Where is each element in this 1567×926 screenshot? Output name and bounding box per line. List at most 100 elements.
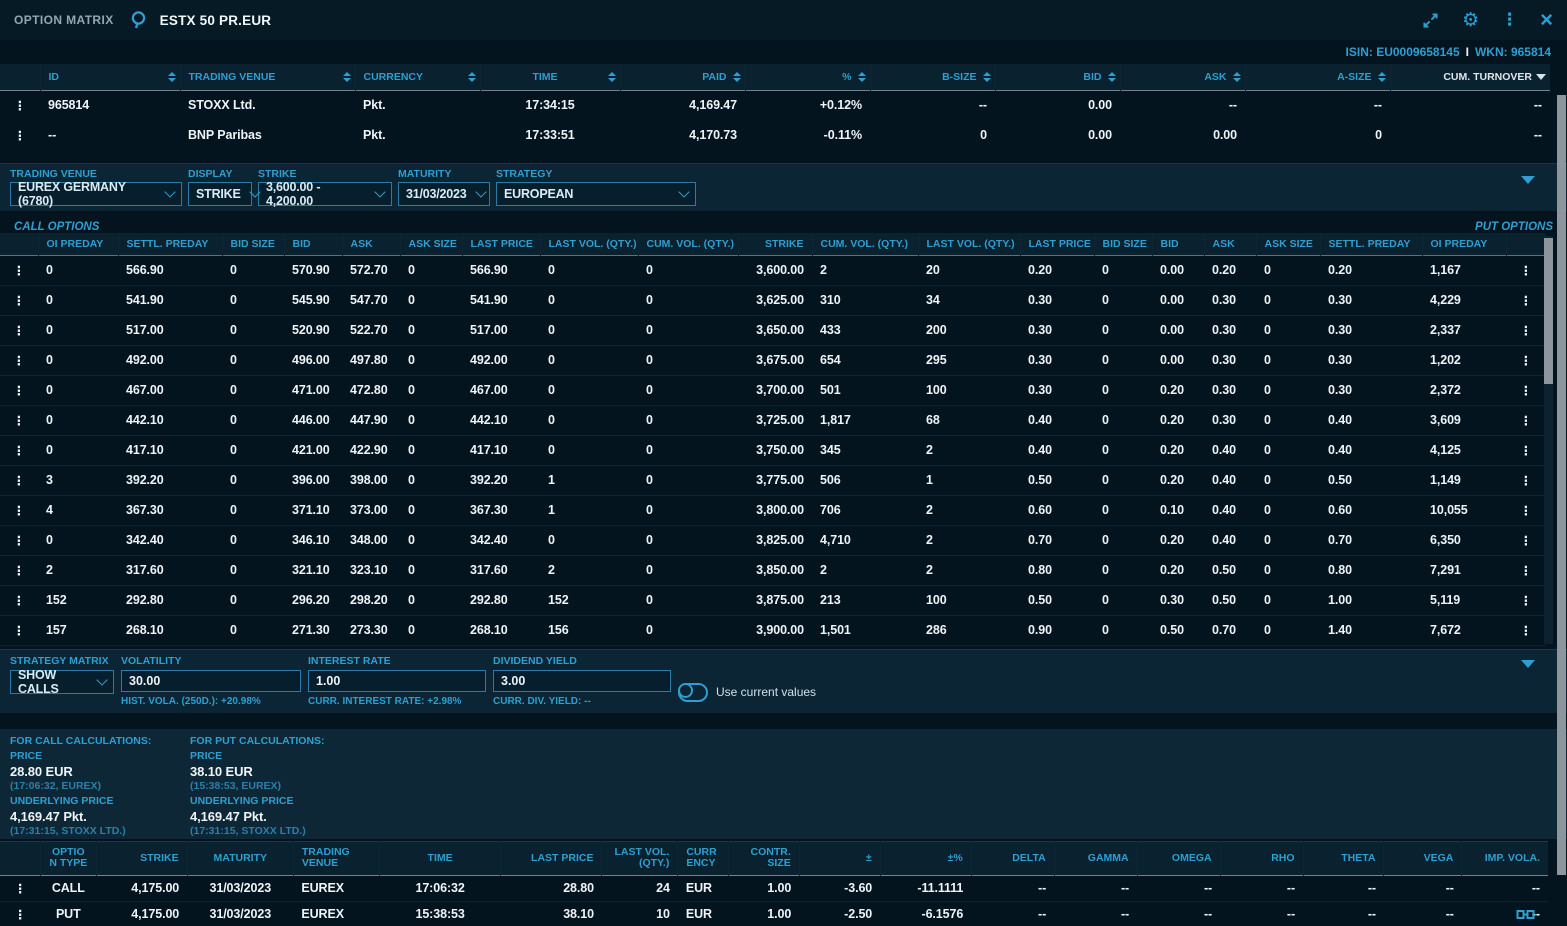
column-header[interactable]: ASK SIZE	[1256, 233, 1320, 255]
column-header[interactable]: BID	[1152, 233, 1204, 255]
row-menu-icon[interactable]: ⋮	[0, 435, 38, 465]
dividend-yield-input[interactable]	[493, 670, 671, 692]
column-header[interactable]: OPTION TYPE	[40, 841, 96, 875]
row-menu-icon[interactable]: ⋮	[1506, 555, 1546, 585]
column-header[interactable]: LAST PRICE	[1020, 233, 1094, 255]
column-header[interactable]: DELTA	[971, 841, 1054, 875]
matrix-scrollbar-track[interactable]	[1544, 236, 1553, 644]
column-header[interactable]: CUM. VOL. (QTY.)	[638, 233, 738, 255]
search-icon[interactable]	[128, 9, 150, 31]
trading-venue-select[interactable]: EUREX GERMANY (6780)	[10, 182, 182, 206]
strike-select[interactable]: 3,600.00 - 4,200.00	[258, 182, 392, 206]
row-menu-icon[interactable]: ⋮	[0, 465, 38, 495]
column-header[interactable]: VEGA	[1384, 841, 1462, 875]
row-menu-icon[interactable]: ⋮	[0, 405, 38, 435]
cell: 0.30	[1020, 375, 1094, 405]
row-menu-icon[interactable]: ⋮	[0, 495, 38, 525]
column-header[interactable]: SETTL. PREDAY	[118, 233, 222, 255]
row-menu-icon[interactable]: ⋮	[1506, 345, 1546, 375]
row-menu-icon[interactable]: ⋮	[1506, 315, 1546, 345]
column-header[interactable]: ASK	[342, 233, 400, 255]
column-header[interactable]: STRIKE	[738, 233, 812, 255]
column-header[interactable]: OMEGA	[1137, 841, 1220, 875]
row-menu-icon[interactable]: ⋮	[1506, 435, 1546, 465]
column-header[interactable]: LAST PRICE	[501, 841, 602, 875]
row-menu-icon[interactable]: ⋮	[0, 901, 40, 926]
column-header[interactable]: CUM. TURNOVER	[1390, 64, 1550, 90]
row-menu-icon[interactable]: ⋮	[0, 345, 38, 375]
column-header[interactable]: THETA	[1303, 841, 1384, 875]
column-header[interactable]: TIME	[379, 841, 500, 875]
volatility-input[interactable]	[121, 670, 301, 692]
display-select[interactable]: STRIKE	[188, 182, 252, 206]
link-icon[interactable]	[1516, 908, 1535, 921]
column-header[interactable]: LAST VOL. (QTY.)	[918, 233, 1020, 255]
column-header[interactable]: ID	[40, 64, 180, 90]
column-header[interactable]: LAST PRICE	[462, 233, 540, 255]
strategy-select[interactable]: EUROPEAN	[496, 182, 696, 206]
row-menu-icon[interactable]: ⋮	[1506, 615, 1546, 645]
column-header[interactable]: MATURITY	[187, 841, 293, 875]
expand-icon[interactable]	[1421, 11, 1440, 30]
column-header[interactable]: BID SIZE	[1094, 233, 1152, 255]
column-header[interactable]: LAST VOL. (QTY.)	[540, 233, 638, 255]
column-header[interactable]: CURRENCY	[678, 841, 729, 875]
row-menu-icon[interactable]: ⋮	[1506, 465, 1546, 495]
column-header[interactable]: IMP. VOLA.	[1462, 841, 1548, 875]
settings-gear-icon[interactable]: ⚙	[1462, 11, 1479, 30]
row-menu-icon[interactable]: ⋮	[1506, 375, 1546, 405]
row-menu-icon[interactable]: ⋮	[1506, 525, 1546, 555]
row-menu-icon[interactable]: ⋮	[0, 615, 38, 645]
more-options-icon[interactable]: ⋮	[1501, 10, 1518, 30]
column-header[interactable]: TRADING VENUE	[293, 841, 379, 875]
row-menu-icon[interactable]: ⋮	[1506, 255, 1546, 285]
column-header[interactable]: SETTL. PREDAY	[1320, 233, 1422, 255]
column-header[interactable]: CURRENCY	[355, 64, 480, 90]
row-menu-icon[interactable]: ⋮	[1506, 495, 1546, 525]
row-menu-icon[interactable]: ⋮	[0, 525, 38, 555]
column-header[interactable]: GAMMA	[1054, 841, 1137, 875]
column-header[interactable]: ASK SIZE	[400, 233, 462, 255]
use-current-values-toggle[interactable]	[678, 683, 708, 702]
close-icon[interactable]: ×	[1540, 9, 1553, 31]
column-header[interactable]: A-SIZE	[1245, 64, 1390, 90]
show-calls-select[interactable]: SHOW CALLS	[10, 670, 114, 694]
column-header[interactable]: ASK	[1120, 64, 1245, 90]
column-header[interactable]: TIME	[480, 64, 620, 90]
row-menu-icon[interactable]: ⋮	[1506, 285, 1546, 315]
column-header[interactable]: LAST VOL. (QTY.)	[602, 841, 678, 875]
row-menu-icon[interactable]: ⋮	[1506, 405, 1546, 435]
column-header[interactable]: PAID	[620, 64, 745, 90]
row-menu-icon[interactable]: ⋮	[0, 555, 38, 585]
window-vertical-scrollbar[interactable]	[1557, 95, 1566, 875]
row-menu-icon[interactable]: ⋮	[0, 255, 38, 285]
row-menu-icon[interactable]: ⋮	[0, 375, 38, 405]
column-header[interactable]: TRADING VENUE	[180, 64, 355, 90]
column-header[interactable]: %	[745, 64, 870, 90]
row-menu-icon[interactable]: ⋮	[1506, 585, 1546, 615]
maturity-select[interactable]: 31/03/2023	[398, 182, 490, 206]
row-menu-icon[interactable]: ⋮	[0, 285, 38, 315]
column-header[interactable]: ±%	[880, 841, 971, 875]
column-header[interactable]: OI PREDAY	[38, 233, 118, 255]
column-header[interactable]: STRIKE	[96, 841, 187, 875]
column-header[interactable]: ±	[799, 841, 880, 875]
column-header[interactable]: CUM. VOL. (QTY.)	[812, 233, 918, 255]
column-header[interactable]: CONTR. SIZE	[728, 841, 799, 875]
column-header[interactable]: BID	[284, 233, 342, 255]
column-header[interactable]: B-SIZE	[870, 64, 995, 90]
matrix-scrollbar-thumb[interactable]	[1544, 238, 1553, 384]
row-menu-icon[interactable]: ⋮	[0, 315, 38, 345]
column-header[interactable]: RHO	[1220, 841, 1303, 875]
row-menu-icon[interactable]: ⋮	[0, 90, 40, 120]
column-header[interactable]: OI PREDAY	[1422, 233, 1506, 255]
collapse-section-icon[interactable]	[1521, 176, 1535, 184]
column-header[interactable]: BID	[995, 64, 1120, 90]
column-header[interactable]: ASK	[1204, 233, 1256, 255]
column-header[interactable]: BID SIZE	[222, 233, 284, 255]
collapse-section-icon[interactable]	[1521, 660, 1535, 668]
interest-rate-input[interactable]	[308, 670, 486, 692]
row-menu-icon[interactable]: ⋮	[0, 585, 38, 615]
row-menu-icon[interactable]: ⋮	[0, 120, 40, 150]
row-menu-icon[interactable]: ⋮	[0, 875, 40, 901]
